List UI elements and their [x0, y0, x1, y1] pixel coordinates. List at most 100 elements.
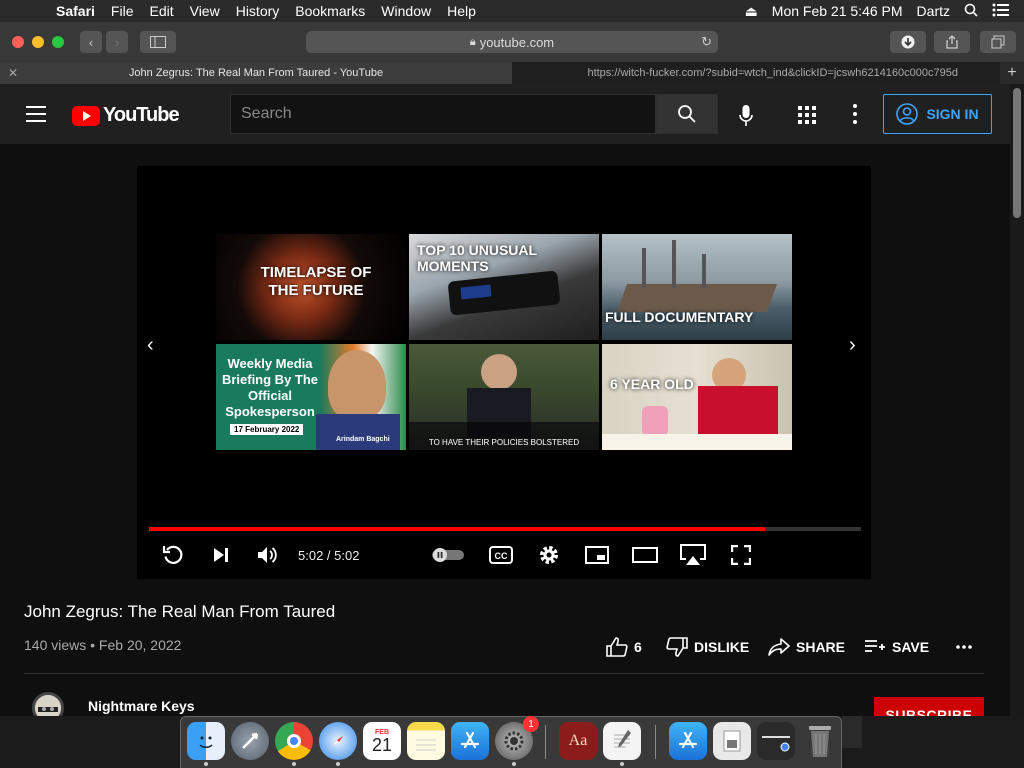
settings-more-icon[interactable]	[853, 104, 857, 124]
menu-window[interactable]: Window	[373, 3, 439, 19]
voice-search-button[interactable]	[732, 102, 760, 130]
fullscreen-button[interactable]	[729, 542, 753, 568]
end-screen-video-5[interactable]: TO HAVE THEIR POLICIES BOLSTERED	[409, 344, 599, 450]
search-input[interactable]: Search	[230, 94, 656, 134]
share-label: SHARE	[796, 639, 846, 655]
dictionary-glyph: Aa	[568, 732, 588, 749]
spotlight-search-icon[interactable]	[964, 3, 978, 20]
tab-popup[interactable]: https://witch-fucker.com/?subid=wtch_ind…	[512, 62, 1000, 84]
save-button[interactable]: SAVE	[864, 636, 929, 658]
page-scrollbar[interactable]	[1010, 84, 1024, 716]
eject-icon[interactable]: ⏏	[745, 3, 758, 20]
player-controls: 5:02 / 5:02 CC	[137, 536, 871, 576]
video-meta: 140 views • Feb 20, 2022	[24, 637, 182, 653]
finder-icon[interactable]	[187, 722, 225, 760]
address-bar[interactable]: 🔒︎ youtube.com ↻	[306, 31, 718, 53]
captions-button[interactable]: CC	[489, 542, 513, 568]
new-tab-button[interactable]: +	[1000, 62, 1024, 84]
video-player[interactable]: ‹ › TIMELAPSE OF THE FUTURE TOP 10 UNUSU…	[137, 166, 871, 579]
menu-view[interactable]: View	[182, 3, 228, 19]
progress-bar-played[interactable]	[149, 527, 765, 531]
menubar-user[interactable]: Dartz	[917, 3, 950, 19]
end-screen-video-1[interactable]: TIMELAPSE OF THE FUTURE	[216, 234, 406, 340]
back-button[interactable]: ‹	[80, 31, 102, 53]
calendar-icon[interactable]: FEB 21	[363, 722, 401, 760]
chrome-icon[interactable]	[275, 722, 313, 760]
notification-badge: 1	[523, 716, 539, 732]
macos-dock: FEB 21 1 Aa	[180, 716, 842, 768]
running-indicator	[204, 762, 208, 766]
sign-in-label: SIGN IN	[926, 106, 979, 122]
minimize-window-button[interactable]	[32, 36, 44, 48]
miniplayer-icon	[585, 546, 609, 564]
gear-icon	[540, 546, 558, 564]
dictionary-icon[interactable]: Aa	[559, 722, 597, 760]
settings-button[interactable]	[537, 542, 561, 568]
channel-name[interactable]: Nightmare Keys	[88, 698, 195, 714]
volume-icon	[258, 547, 277, 563]
like-button[interactable]: 6	[606, 636, 642, 658]
app-store-folder-icon[interactable]	[669, 722, 707, 760]
control-center-icon[interactable]	[992, 3, 1010, 20]
close-window-button[interactable]	[12, 36, 24, 48]
end-screen-next-arrow[interactable]: ›	[849, 334, 856, 357]
video-title: John Zegrus: The Real Man From Taured	[24, 602, 336, 621]
next-button[interactable]	[209, 542, 233, 568]
replay-button[interactable]	[161, 542, 185, 568]
end-screen-video-4[interactable]: Weekly Media Briefing By The Official Sp…	[216, 344, 406, 450]
background-window-edge	[842, 716, 862, 748]
end-screen-video-2[interactable]: TOP 10 UNUSUAL MOMENTS	[409, 234, 599, 340]
menu-history[interactable]: History	[228, 3, 288, 19]
child-shape	[642, 406, 668, 436]
miniplayer-button[interactable]	[584, 542, 610, 568]
safari-icon[interactable]	[319, 722, 357, 760]
downloads-button[interactable]	[890, 31, 926, 53]
dislike-button[interactable]: DISLIKE	[666, 636, 749, 658]
share-button[interactable]	[934, 31, 970, 53]
menu-app-name[interactable]: Safari	[44, 3, 103, 19]
end-screen-video-3[interactable]: FULL DOCUMENTARY	[602, 234, 792, 340]
youtube-wordmark: YouTube	[103, 104, 180, 126]
system-preferences-icon[interactable]: 1	[495, 716, 539, 760]
reload-icon[interactable]: ↻	[701, 34, 712, 50]
volume-button[interactable]	[255, 542, 281, 568]
sign-in-button[interactable]: SIGN IN	[883, 94, 992, 134]
autoplay-toggle[interactable]	[431, 542, 465, 568]
menu-file[interactable]: File	[103, 3, 142, 19]
safari-toolbar: ‹ › 🔒︎ youtube.com ↻	[0, 22, 1024, 62]
youtube-logo[interactable]: YouTube	[72, 104, 180, 127]
end-screen-prev-arrow[interactable]: ‹	[147, 334, 154, 357]
closed-captions-icon: CC	[489, 546, 513, 564]
document-icon[interactable]	[713, 722, 751, 760]
forward-button[interactable]: ›	[106, 31, 128, 53]
app-store-icon[interactable]	[451, 722, 489, 760]
close-tab-icon[interactable]: ✕	[8, 66, 18, 80]
sidebar-toggle-button[interactable]	[140, 31, 176, 53]
menu-help[interactable]: Help	[439, 3, 484, 19]
ship-hull-shape	[616, 284, 778, 312]
scrollbar-thumb[interactable]	[1013, 88, 1021, 218]
running-indicator	[292, 762, 296, 766]
window-controls	[12, 36, 64, 48]
dislike-label: DISLIKE	[694, 639, 750, 655]
menu-bookmarks[interactable]: Bookmarks	[287, 3, 373, 19]
tab-overview-button[interactable]	[980, 31, 1016, 53]
menubar-datetime[interactable]: Mon Feb 21 5:46 PM	[772, 3, 903, 19]
menu-edit[interactable]: Edit	[141, 3, 181, 19]
trash-icon[interactable]	[801, 722, 839, 760]
launchpad-icon[interactable]	[231, 722, 269, 760]
tab-youtube[interactable]: ✕ John Zegrus: The Real Man From Taured …	[0, 62, 512, 84]
hamburger-menu-icon[interactable]	[26, 106, 46, 122]
share-video-button[interactable]: SHARE	[768, 636, 845, 658]
zoom-window-button[interactable]	[52, 36, 64, 48]
speaker-face-shape	[481, 354, 517, 390]
notes-icon[interactable]	[407, 722, 445, 760]
search-button[interactable]	[656, 94, 718, 134]
end-screen-video-6[interactable]: 6 YEAR OLD	[602, 344, 792, 450]
theater-mode-button[interactable]	[631, 542, 659, 568]
apps-grid-icon[interactable]	[798, 106, 816, 124]
textedit-icon[interactable]	[603, 722, 641, 760]
airplay-button[interactable]	[679, 542, 707, 568]
window-thumbnail-icon[interactable]	[757, 722, 795, 760]
more-actions-button[interactable]	[956, 636, 972, 658]
